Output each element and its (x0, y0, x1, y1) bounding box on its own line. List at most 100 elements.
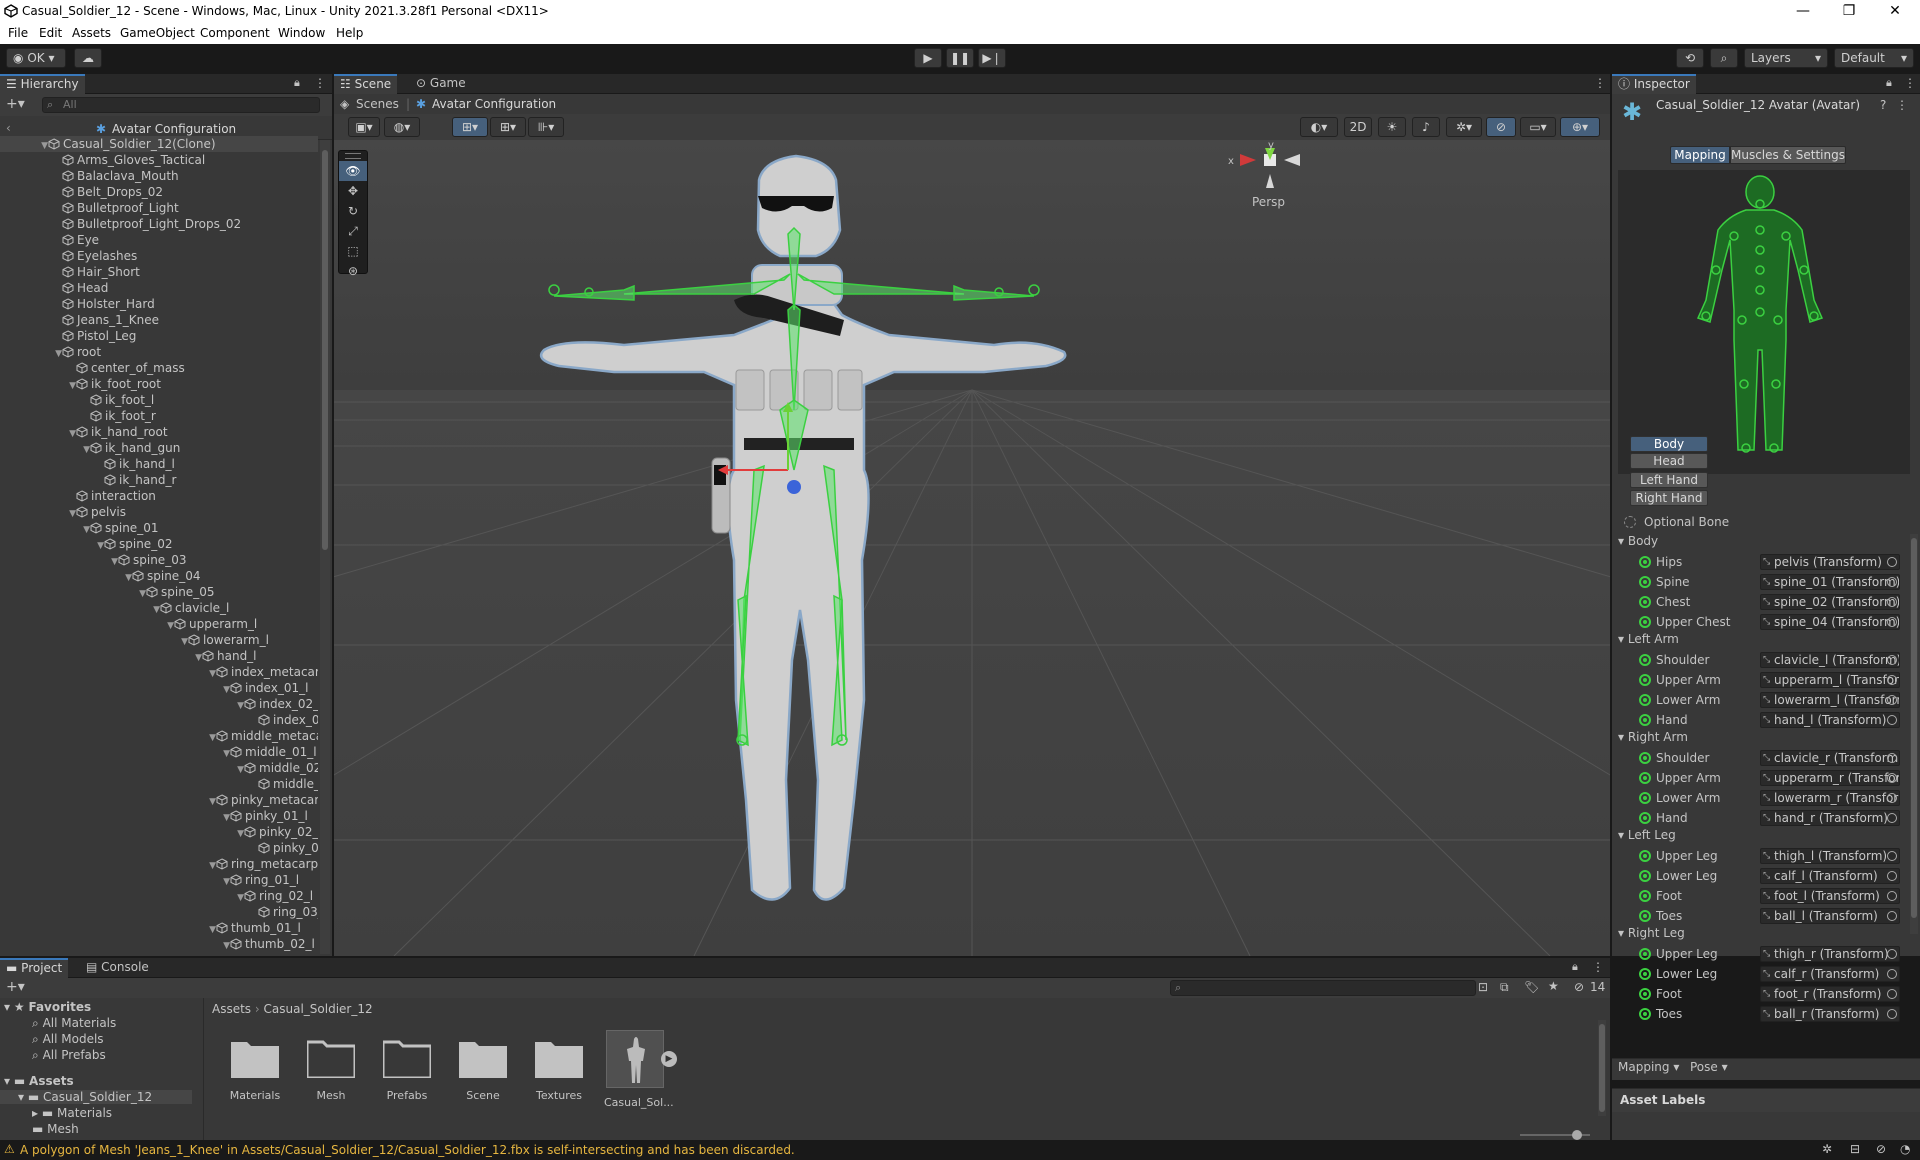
tree-casual-soldier[interactable]: ▾ ▬ Casual_Soldier_12 (0, 1090, 192, 1104)
hierarchy-item[interactable]: ▼ ik_foot_root (0, 376, 318, 392)
expand-arrow-icon[interactable]: ▼ (220, 938, 230, 952)
expand-arrow-icon[interactable]: ▼ (94, 538, 104, 552)
drag-handle-icon[interactable] (345, 153, 361, 159)
maximize-button[interactable]: ❐ (1826, 0, 1872, 24)
expand-arrow-icon[interactable]: ▼ (52, 346, 62, 360)
asset-folder-materials[interactable]: Materials (226, 1038, 284, 1102)
hierarchy-item[interactable]: ring_03_l (0, 904, 318, 920)
layout-dropdown[interactable]: Default ▾ (1834, 48, 1914, 68)
object-picker-icon[interactable] (1887, 617, 1897, 627)
hierarchy-item[interactable]: Belt_Drops_02 (0, 184, 318, 200)
bone-status-icon[interactable] (1639, 850, 1651, 862)
account-dropdown[interactable]: ◉ OK ▾ (6, 48, 66, 68)
asset-folder-mesh[interactable]: Mesh (302, 1038, 360, 1102)
move-tool-icon[interactable]: ✥ (339, 181, 367, 201)
expand-arrow-icon[interactable]: ▼ (150, 602, 160, 616)
hierarchy-item[interactable]: ▼ root (0, 344, 318, 360)
view-tool-icon[interactable]: 👁︎ (339, 161, 367, 181)
cache-icon[interactable]: ⊟ (1850, 1142, 1860, 1156)
bone-transform-field[interactable]: upperarm_r (Transform) (1760, 770, 1900, 786)
transform-tool-icon[interactable]: ⊛ (339, 261, 367, 281)
expand-arrow-icon[interactable]: ▼ (206, 730, 216, 744)
tab-console[interactable]: ▤ Console (80, 958, 155, 978)
bone-transform-field[interactable]: foot_r (Transform) (1760, 986, 1900, 1002)
status-bar[interactable]: ⚠ A polygon of Mesh 'Jeans_1_Knee' in As… (0, 1140, 1920, 1160)
auto-refresh-icon[interactable]: ◔ (1900, 1142, 1910, 1156)
expand-arrow-icon[interactable]: ▼ (108, 554, 118, 568)
bone-transform-field[interactable]: ball_l (Transform) (1760, 908, 1900, 924)
lighting-toggle[interactable]: ☀ (1378, 117, 1406, 137)
hierarchy-item[interactable]: ▼ clavicle_l (0, 600, 318, 616)
expand-arrow-icon[interactable]: ▼ (206, 858, 216, 872)
hierarchy-item[interactable]: ▼ ik_hand_gun (0, 440, 318, 456)
bone-status-icon[interactable] (1639, 694, 1651, 706)
hierarchy-scrollbar[interactable] (320, 140, 330, 954)
label-icon[interactable]: 🏷︎ (1524, 980, 1539, 994)
object-picker-icon[interactable] (1887, 597, 1897, 607)
expand-arrow-icon[interactable]: ▼ (38, 138, 48, 152)
expand-arrow-icon[interactable]: ▼ (220, 874, 230, 888)
add-icon[interactable]: +▾ (6, 979, 25, 995)
hidden-objects-toggle[interactable]: ⊘ (1486, 117, 1516, 137)
hierarchy-item[interactable]: ▼ upperarm_l (0, 616, 318, 632)
object-picker-icon[interactable] (1887, 675, 1897, 685)
bone-transform-field[interactable]: clavicle_l (Transform) (1760, 652, 1900, 668)
hierarchy-item[interactable]: Arms_Gloves_Tactical (0, 152, 318, 168)
camera-dropdown[interactable]: ▭▾ (1520, 117, 1556, 137)
hierarchy-item[interactable]: Holster_Hard (0, 296, 318, 312)
hierarchy-item[interactable]: ▼ spine_01 (0, 520, 318, 536)
hierarchy-item[interactable]: ▼ index_01_l (0, 680, 318, 696)
head-button[interactable]: Head (1630, 453, 1708, 469)
object-picker-icon[interactable] (1887, 577, 1897, 587)
bone-transform-field[interactable]: foot_l (Transform) (1760, 888, 1900, 904)
tab-hierarchy[interactable]: ☰ Hierarchy (0, 74, 85, 94)
more-icon[interactable]: ⋮ (1904, 76, 1916, 90)
object-picker-icon[interactable] (1887, 753, 1897, 763)
shading-mode-dropdown[interactable]: ◐▾ (1300, 117, 1338, 137)
hierarchy-item[interactable]: middle_03_l (0, 776, 318, 792)
hierarchy-item[interactable]: ▼ Casual_Soldier_12(Clone) (0, 136, 318, 152)
expand-arrow-icon[interactable]: ▼ (234, 698, 244, 712)
bone-status-icon[interactable] (1639, 988, 1651, 1000)
fav-all-models[interactable]: ⌕ All Models (32, 1032, 104, 1047)
expand-arrow-icon[interactable]: ▼ (206, 794, 216, 808)
slider-thumb[interactable] (1572, 1130, 1582, 1140)
tab-game[interactable]: ⊙ Game (410, 74, 472, 94)
expand-arrow-icon[interactable]: ▼ (136, 586, 146, 600)
hierarchy-item[interactable]: ▼ middle_01_l (0, 744, 318, 760)
scrollbar-thumb[interactable] (322, 150, 328, 550)
object-picker-icon[interactable] (1887, 715, 1897, 725)
hierarchy-item[interactable]: ▼ pinky_02_l (0, 824, 318, 840)
hierarchy-item[interactable]: Hair_Short (0, 264, 318, 280)
expand-arrow-icon[interactable]: ▼ (234, 826, 244, 840)
layers-dropdown[interactable]: Layers ▾ (1744, 48, 1828, 68)
asset-folder-textures[interactable]: Textures (530, 1038, 588, 1102)
object-picker-icon[interactable] (1887, 793, 1897, 803)
hierarchy-item[interactable]: ▼ spine_04 (0, 568, 318, 584)
bone-status-icon[interactable] (1639, 596, 1651, 608)
hierarchy-item[interactable]: ▼ index_02_l (0, 696, 318, 712)
scrollbar-thumb[interactable] (1599, 1024, 1605, 1112)
expand-arrow-icon[interactable]: ▶ (661, 1051, 677, 1067)
mapping-dropdown[interactable]: Mapping ▾ (1618, 1060, 1679, 1080)
hierarchy-item[interactable]: interaction (0, 488, 318, 504)
search-by-type-icon[interactable]: ⊡ (1478, 980, 1488, 994)
bone-transform-field[interactable]: pelvis (Transform) (1760, 554, 1900, 570)
project-scrollbar[interactable] (1598, 1020, 1606, 1116)
asset-folder-scene[interactable]: Scene (454, 1038, 512, 1102)
star-icon[interactable]: ★ (1548, 979, 1559, 993)
rect-tool-icon[interactable]: ⬚ (339, 241, 367, 261)
object-picker-icon[interactable] (1887, 871, 1897, 881)
assets-header[interactable]: ▾ ▬ Assets (4, 1074, 74, 1088)
2d-toggle[interactable]: 2D (1344, 117, 1372, 137)
hierarchy-item[interactable]: Pistol_Leg (0, 328, 318, 344)
grid-snap-toggle[interactable]: ⊞▾ (452, 117, 488, 137)
step-button[interactable]: ▶❘ (978, 48, 1006, 68)
object-picker-icon[interactable] (1887, 989, 1897, 999)
progress-icon[interactable]: ⊘ (1876, 1142, 1886, 1156)
lock-icon[interactable]: 🔒︎ (1572, 960, 1578, 974)
search-by-label-icon[interactable]: ⧉ (1500, 980, 1509, 995)
draw-mode-dropdown[interactable]: ▣▾ (348, 117, 380, 137)
search-button[interactable]: ⌕ (1710, 48, 1738, 68)
bone-group-header[interactable]: ▾ Right Arm (1618, 730, 1688, 744)
